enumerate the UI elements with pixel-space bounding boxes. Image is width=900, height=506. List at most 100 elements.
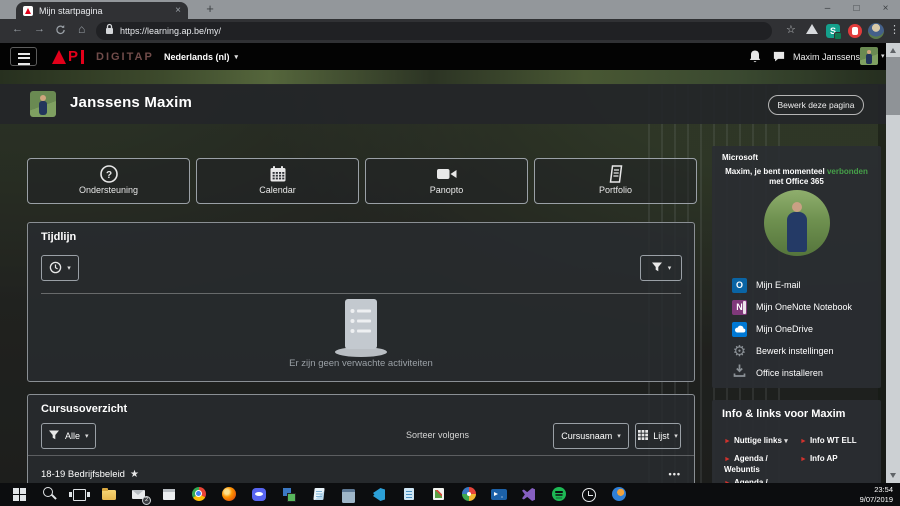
drive-extension-icon[interactable] xyxy=(806,24,818,34)
address-bar[interactable]: https://learning.ap.be/my/ xyxy=(96,22,772,40)
window-close-button[interactable]: × xyxy=(871,0,900,19)
mail-icon[interactable]: 2 xyxy=(124,483,154,506)
reload-icon[interactable] xyxy=(55,24,66,38)
reader-app-icon[interactable] xyxy=(424,483,454,506)
chrome-icon[interactable] xyxy=(184,483,214,506)
spotify-icon[interactable] xyxy=(544,483,574,506)
firefox-icon[interactable] xyxy=(214,483,244,506)
scrollbar-thumb[interactable] xyxy=(886,57,900,115)
taskbar-icons: 2 xyxy=(4,483,634,506)
chevron-down-icon: ▾ xyxy=(234,54,239,61)
hamburger-menu-icon[interactable] xyxy=(10,47,37,66)
vscode-icon[interactable] xyxy=(364,483,394,506)
alarm-clock-icon[interactable] xyxy=(574,483,604,506)
course-menu-icon[interactable]: ••• xyxy=(669,469,681,479)
browser-tab-strip: Mijn startpagina × + – □ × xyxy=(0,0,900,19)
user-menu-name[interactable]: Maxim Janssens xyxy=(793,52,860,62)
taskbar-clock[interactable]: 23:54 9/07/2019 xyxy=(860,485,893,505)
browser-profile-avatar[interactable] xyxy=(868,23,884,39)
editor-app-icon[interactable] xyxy=(394,483,424,506)
discord-icon[interactable] xyxy=(244,483,274,506)
view-mode-dropdown[interactable]: Lijst ▾ xyxy=(635,423,681,449)
timeline-day-filter-button[interactable]: ▾ xyxy=(41,255,79,281)
windows-taskbar: 2 23:54 9/07/2019 xyxy=(0,483,900,506)
timeline-card: Tijdlijn ▾ ▾ Er zijn geen verwachte acti… xyxy=(27,222,695,382)
powershell-icon[interactable] xyxy=(484,483,514,506)
red-extension-icon[interactable] xyxy=(848,24,862,38)
clock-date: 9/07/2019 xyxy=(859,495,893,505)
course-overview-card: Cursusoverzicht Alle ▾ Sorteer volgens C… xyxy=(27,394,695,490)
window-maximize-button[interactable]: □ xyxy=(842,0,871,19)
link-info-wt-ell[interactable]: ► Info WT ELL xyxy=(800,436,857,447)
link-info-ap[interactable]: ► Info AP xyxy=(800,454,838,465)
timeline-filter-button[interactable]: ▾ xyxy=(640,255,682,281)
background-trees xyxy=(0,70,900,85)
forward-icon[interactable]: → xyxy=(34,23,45,35)
link-nuttige-links[interactable]: ► Nuttige links ▾ xyxy=(724,436,788,447)
question-circle-icon: ? xyxy=(28,164,189,184)
arrow-marker-icon: ► xyxy=(724,456,731,463)
chevron-down-icon: ▾ xyxy=(667,265,672,272)
quick-card-label: Panopto xyxy=(429,185,464,195)
messages-icon[interactable] xyxy=(772,50,786,68)
browser-tab[interactable]: Mijn startpagina × xyxy=(16,2,188,19)
onenote-link[interactable]: N Mijn OneNote Notebook xyxy=(732,298,852,316)
onedrive-icon xyxy=(732,321,747,337)
notes-app-icon[interactable] xyxy=(304,483,334,506)
new-tab-button[interactable]: + xyxy=(200,1,220,17)
chevron-down-icon: ▾ xyxy=(674,433,678,440)
empty-activities-icon xyxy=(324,297,398,364)
remote-desktop-icon[interactable] xyxy=(334,483,364,506)
user-menu-chevron-icon[interactable]: ▾ xyxy=(881,52,885,60)
install-office-link[interactable]: Office installeren xyxy=(732,364,823,382)
ap-logo-triangle xyxy=(52,50,66,64)
search-icon[interactable] xyxy=(34,483,64,506)
link-agenda-webuntis[interactable]: ► Agenda / Webuntis xyxy=(724,454,796,476)
visual-studio-icon[interactable] xyxy=(514,483,544,506)
sort-by-dropdown[interactable]: Cursusnaam ▾ xyxy=(553,423,629,449)
home-icon[interactable]: ⌂ xyxy=(78,22,85,36)
page-scrollbar[interactable] xyxy=(886,43,900,483)
url-text[interactable]: https://learning.ap.be/my/ xyxy=(120,26,221,36)
clock-icon xyxy=(49,261,62,276)
ap-favicon-icon xyxy=(23,5,33,16)
notification-bell-icon[interactable] xyxy=(748,49,762,69)
edit-page-button[interactable]: Bewerk deze pagina xyxy=(768,95,864,115)
download-icon xyxy=(732,363,747,383)
tab-close-icon[interactable]: × xyxy=(175,5,181,16)
start-icon[interactable] xyxy=(4,483,34,506)
chevron-down-icon: ▾ xyxy=(85,433,89,440)
connected-status: verbonden xyxy=(826,167,868,176)
quick-card-ondersteuning[interactable]: ? Ondersteuning xyxy=(27,158,190,204)
globe-app-icon[interactable] xyxy=(604,483,634,506)
edit-settings-link[interactable]: ⚙ Bewerk instellingen xyxy=(732,342,834,360)
language-dropdown[interactable]: Nederlands (nl) ▾ xyxy=(164,52,238,62)
task-view-icon[interactable] xyxy=(64,483,94,506)
ap-logo[interactable]: P xyxy=(52,48,85,64)
course-filter-button[interactable]: Alle ▾ xyxy=(41,423,96,449)
media-app-icon[interactable] xyxy=(454,483,484,506)
calendar-icon[interactable] xyxy=(154,483,184,506)
sort-value: Cursusnaam xyxy=(561,431,613,441)
star-icon[interactable]: ★ xyxy=(130,469,139,480)
course-overview-title: Cursusoverzicht xyxy=(41,403,128,415)
chevron-down-icon: ▾ xyxy=(67,265,71,272)
microsoft-block: Microsoft Maxim, je bent momenteel verbo… xyxy=(712,146,881,388)
quick-card-portfolio[interactable]: Portfolio xyxy=(534,158,697,204)
bookmark-star-icon[interactable]: ☆ xyxy=(786,23,796,36)
quick-card-panopto[interactable]: Panopto xyxy=(365,158,528,204)
quick-card-calendar[interactable]: Calendar xyxy=(196,158,359,204)
user-avatar[interactable] xyxy=(860,47,878,65)
security-app-icon[interactable] xyxy=(274,483,304,506)
back-icon[interactable]: ← xyxy=(12,23,23,35)
email-link[interactable]: O Mijn E-mail xyxy=(732,276,801,294)
course-name[interactable]: 18-19 Bedrijfsbeleid xyxy=(41,469,125,480)
s-extension-icon[interactable]: S xyxy=(826,24,842,40)
quick-card-label: Ondersteuning xyxy=(78,185,139,195)
window-minimize-button[interactable]: – xyxy=(813,0,842,19)
gear-icon: ⚙ xyxy=(732,342,747,360)
file-explorer-icon[interactable] xyxy=(94,483,124,506)
onedrive-link[interactable]: Mijn OneDrive xyxy=(732,320,813,338)
browser-menu-icon[interactable]: ⋮ xyxy=(889,23,900,36)
clock-time: 23:54 xyxy=(874,485,893,494)
